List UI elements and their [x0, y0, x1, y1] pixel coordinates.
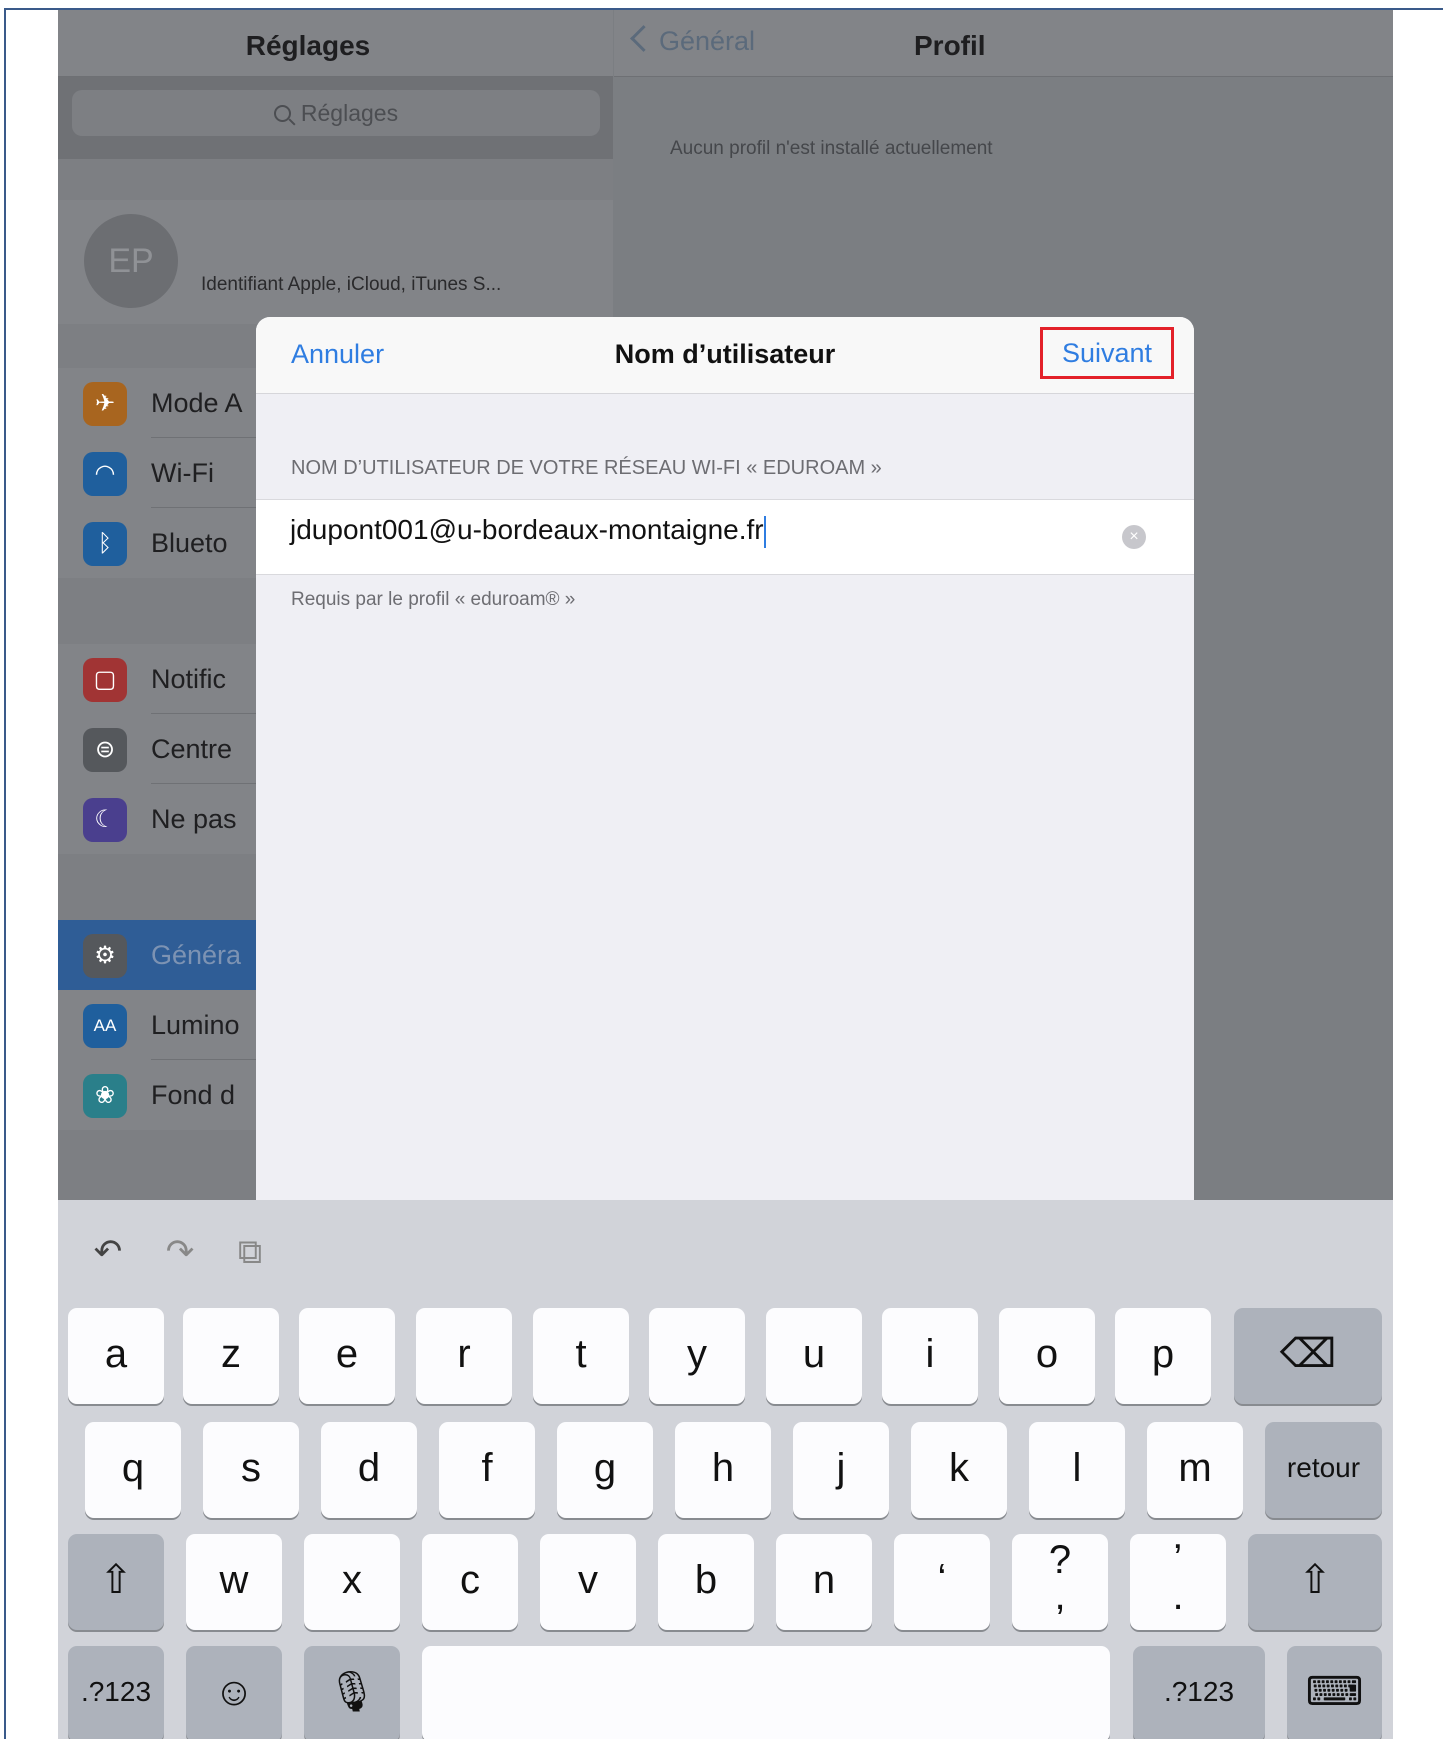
display-icon: AA [83, 1004, 127, 1048]
wifi-icon: ◠ [83, 452, 127, 496]
key[interactable]: p [1115, 1308, 1211, 1404]
key[interactable]: m [1147, 1422, 1243, 1518]
key[interactable]: e [299, 1308, 395, 1404]
key[interactable]: v [540, 1534, 636, 1630]
key[interactable]: b [658, 1534, 754, 1630]
sidebar-item-label: Wi-Fi [151, 458, 214, 488]
key[interactable]: k [911, 1422, 1007, 1518]
back-button[interactable]: Général [630, 25, 756, 57]
settings-nav-bar: Réglages [58, 10, 613, 77]
section-header: NOM D’UTILISATEUR DE VOTRE RÉSEAU WI-FI … [291, 457, 882, 479]
key[interactable]: r [416, 1308, 512, 1404]
sidebar-item-label: Généra [151, 940, 242, 970]
key[interactable]: z [183, 1308, 279, 1404]
key[interactable]: n [776, 1534, 872, 1630]
frame-border-left [4, 8, 6, 1739]
username-field[interactable]: jdupont001@u-bordeaux-montaigne.fr [290, 514, 1110, 558]
text-caret [763, 515, 766, 548]
sidebar-item-label: Lumino [151, 1010, 240, 1040]
back-label: Général [659, 26, 756, 56]
return-key[interactable]: retour [1265, 1422, 1382, 1518]
clear-icon[interactable]: × [1122, 525, 1146, 549]
sidebar-item-label: Fond d [151, 1080, 236, 1110]
ipad-screen: Réglages Réglages EP Identifiant Apple, … [58, 10, 1393, 1739]
avatar: EP [84, 214, 178, 308]
key[interactable]: q [85, 1422, 181, 1518]
backspace-icon: ⌫ [1279, 1332, 1337, 1376]
search-icon [273, 105, 291, 122]
apple-id-row[interactable]: EP Identifiant Apple, iCloud, iTunes S..… [58, 200, 613, 324]
sidebar-item-label: Mode A [151, 388, 243, 418]
space-bar[interactable] [422, 1646, 1110, 1739]
shift-icon: ⇧ [99, 1558, 133, 1602]
emoji-icon: ☺ [213, 1670, 255, 1714]
key[interactable]: a [68, 1308, 164, 1404]
key-top-char: ʼ [1173, 1538, 1183, 1582]
username-value: jdupont001@u-bordeaux-montaigne.fr [290, 514, 764, 545]
paste-icon[interactable]: ⧉ [230, 1232, 270, 1272]
control-center-icon: ⊜ [83, 728, 127, 772]
delete-key[interactable]: ⌫ [1234, 1308, 1382, 1404]
username-sheet: Annuler Nom d’utilisateur Suivant NOM D’… [256, 317, 1194, 1217]
no-profile-message: Aucun profil n'est installé actuellement [670, 138, 993, 159]
key[interactable]: o [999, 1308, 1095, 1404]
gear-icon: ⚙ [83, 934, 127, 978]
sidebar-item-label: Ne pas [151, 804, 237, 834]
airplane-icon: ✈ [83, 382, 127, 426]
key[interactable]: y [649, 1308, 745, 1404]
next-button[interactable]: Suivant [1040, 327, 1174, 379]
chevron-left-icon [630, 25, 657, 52]
key[interactable]: u [766, 1308, 862, 1404]
footnote: Requis par le profil « eduroam® » [291, 589, 576, 610]
key[interactable]: ʻ [894, 1534, 990, 1630]
dictation-key[interactable]: 🎙 [304, 1646, 400, 1739]
sidebar-item-label: Centre [151, 734, 233, 764]
key[interactable]: x [304, 1534, 400, 1630]
key[interactable]: h [675, 1422, 771, 1518]
search-placeholder: Réglages [300, 100, 399, 126]
wallpaper-icon: ❀ [83, 1074, 127, 1118]
key[interactable]: i [882, 1308, 978, 1404]
keyboard-icon: ⌨ [1305, 1670, 1364, 1714]
key[interactable]: d [321, 1422, 417, 1518]
key[interactable]: g [557, 1422, 653, 1518]
key[interactable]: t [533, 1308, 629, 1404]
moon-icon: ☾ [83, 798, 127, 842]
question-key[interactable]: ?, [1012, 1534, 1108, 1630]
key-bottom-char: , [1054, 1574, 1066, 1618]
key-top-char: ? [1048, 1538, 1072, 1582]
undo-icon[interactable]: ↶ [88, 1232, 128, 1272]
bluetooth-icon: ᛒ [83, 522, 127, 566]
period-key[interactable]: ʼ. [1130, 1534, 1226, 1630]
key[interactable]: j [793, 1422, 889, 1518]
emoji-key[interactable]: ☺ [186, 1646, 282, 1739]
key[interactable]: w [186, 1534, 282, 1630]
keyboard: ↶ ↷ ⧉ a z e r t y u i o p ⌫ q s d f g h … [58, 1200, 1393, 1739]
notifications-icon: ▢ [83, 658, 127, 702]
sidebar-item-label: Blueto [151, 528, 228, 558]
key[interactable]: f [439, 1422, 535, 1518]
shift-icon: ⇧ [1298, 1558, 1332, 1602]
shift-key-left[interactable]: ⇧ [68, 1534, 164, 1630]
settings-title: Réglages [245, 30, 371, 61]
key[interactable]: l [1029, 1422, 1125, 1518]
settings-search-bar: Réglages [58, 77, 613, 159]
key[interactable]: c [422, 1534, 518, 1630]
numbers-key-left[interactable]: .?123 [68, 1646, 164, 1739]
profile-title: Profil [914, 30, 986, 61]
sidebar-item-label: Notific [151, 664, 227, 694]
redo-icon[interactable]: ↷ [160, 1232, 200, 1272]
microphone-icon: 🎙 [326, 1670, 378, 1714]
shift-key-right[interactable]: ⇧ [1248, 1534, 1382, 1630]
key[interactable]: s [203, 1422, 299, 1518]
numbers-key-right[interactable]: .?123 [1133, 1646, 1265, 1739]
profile-nav-bar: Général Profil [614, 10, 1393, 77]
settings-search-input[interactable]: Réglages [72, 90, 600, 136]
sheet-nav-bar: Annuler Nom d’utilisateur Suivant [256, 317, 1194, 394]
hide-keyboard-key[interactable]: ⌨ [1287, 1646, 1382, 1739]
apple-id-subtitle: Identifiant Apple, iCloud, iTunes S... [201, 274, 502, 295]
username-cell: jdupont001@u-bordeaux-montaigne.fr × [256, 499, 1194, 575]
key-bottom-char: . [1172, 1574, 1184, 1618]
